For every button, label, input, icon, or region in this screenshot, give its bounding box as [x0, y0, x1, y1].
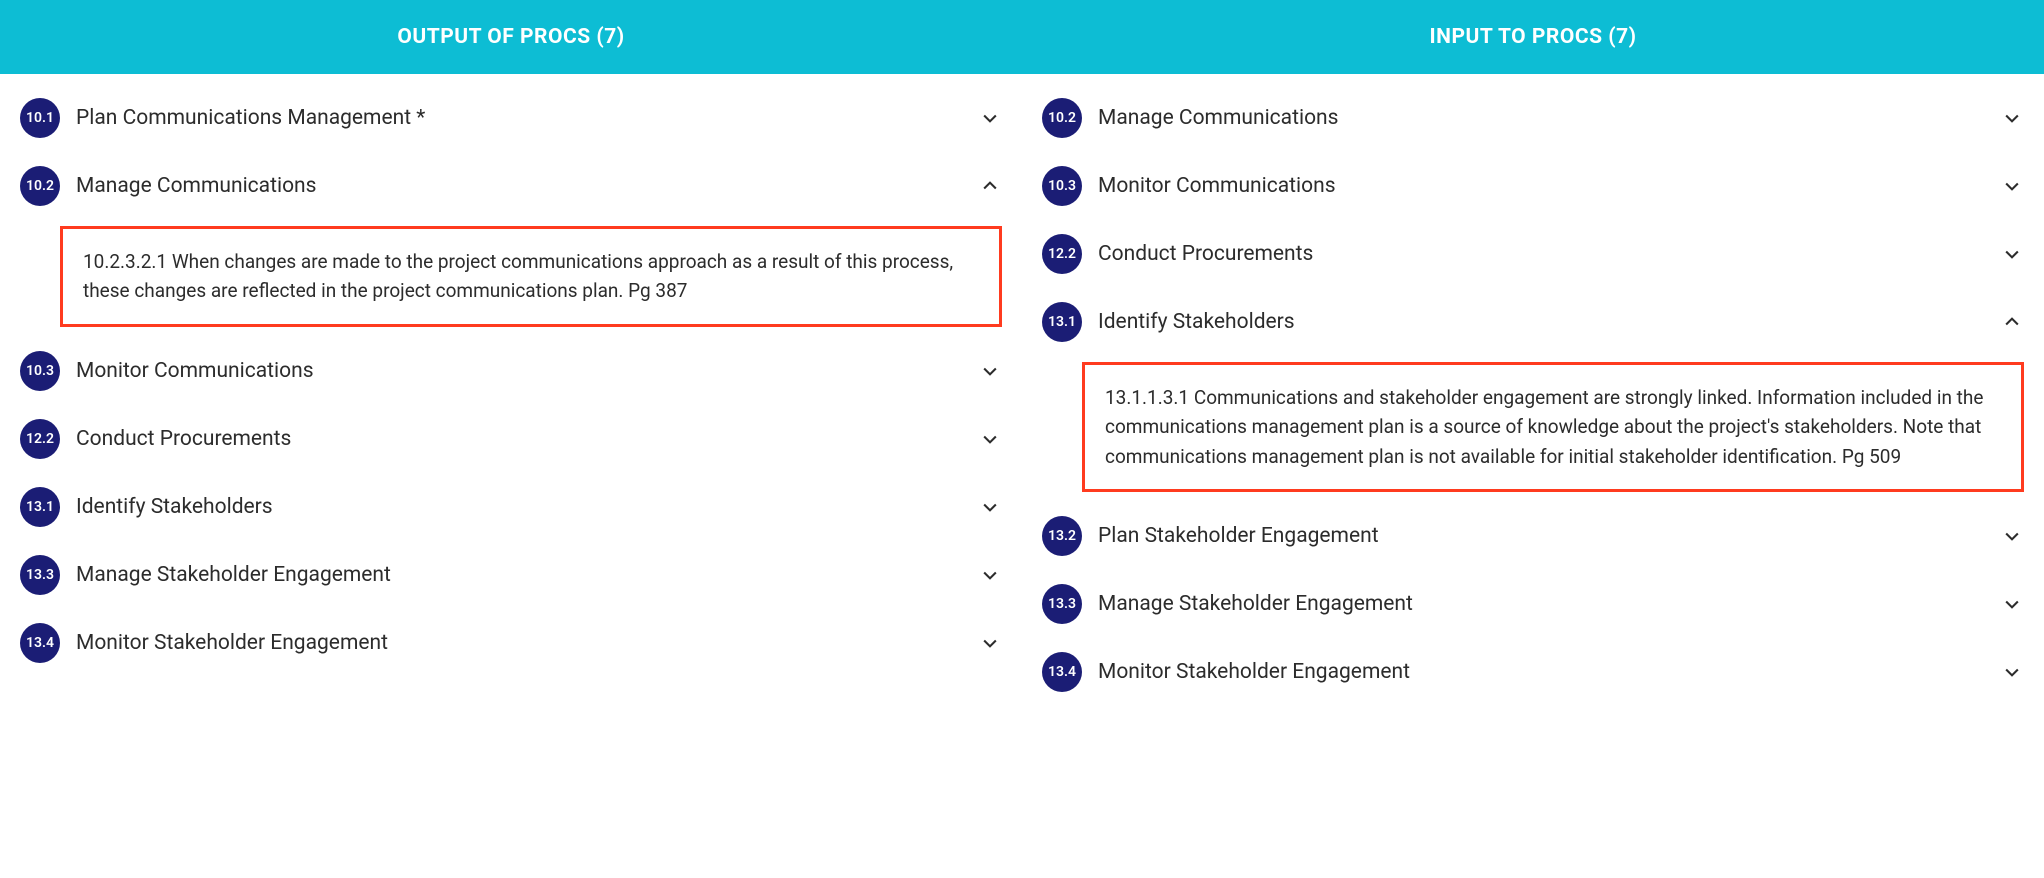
- process-badge: 13.1: [1042, 302, 1082, 342]
- detail-box: 10.2.3.2.1 When changes are made to the …: [60, 226, 1002, 327]
- process-badge: 10.1: [20, 98, 60, 138]
- accordion-item[interactable]: 13.1 Identify Stakeholders: [1042, 288, 2024, 356]
- accordion-item[interactable]: 13.1 Identify Stakeholders: [20, 473, 1002, 541]
- process-badge: 10.3: [20, 351, 60, 391]
- process-badge: 12.2: [20, 419, 60, 459]
- process-label: Manage Communications: [1098, 106, 2000, 130]
- chevron-down-icon: [2000, 524, 2024, 548]
- process-label: Plan Stakeholder Engagement: [1098, 524, 2000, 548]
- process-badge: 13.4: [20, 623, 60, 663]
- chevron-down-icon: [978, 427, 1002, 451]
- detail-box: 13.1.1.3.1 Communications and stakeholde…: [1082, 362, 2024, 492]
- chevron-up-icon: [978, 174, 1002, 198]
- process-badge: 13.3: [1042, 584, 1082, 624]
- process-badge: 10.2: [20, 166, 60, 206]
- process-label: Monitor Communications: [76, 359, 978, 383]
- process-badge: 10.3: [1042, 166, 1082, 206]
- process-label: Identify Stakeholders: [76, 495, 978, 519]
- output-column: 10.1 Plan Communications Management * 10.2…: [0, 74, 1022, 726]
- process-label: Conduct Procurements: [76, 427, 978, 451]
- process-label: Manage Stakeholder Engagement: [76, 563, 978, 587]
- process-label: Manage Stakeholder Engagement: [1098, 592, 2000, 616]
- process-label: Conduct Procurements: [1098, 242, 2000, 266]
- chevron-down-icon: [2000, 592, 2024, 616]
- columns-container: 10.1 Plan Communications Management * 10.2…: [0, 74, 2044, 726]
- accordion-item[interactable]: 10.2 Manage Communications: [1042, 84, 2024, 152]
- process-label: Monitor Stakeholder Engagement: [76, 631, 978, 655]
- chevron-down-icon: [2000, 660, 2024, 684]
- accordion-item[interactable]: 10.2 Manage Communications: [20, 152, 1002, 220]
- accordion-item[interactable]: 13.4 Monitor Stakeholder Engagement: [1042, 638, 2024, 706]
- chevron-down-icon: [2000, 242, 2024, 266]
- process-badge: 13.4: [1042, 652, 1082, 692]
- input-column: 10.2 Manage Communications 10.3 Monitor Com…: [1022, 74, 2044, 726]
- process-label: Identify Stakeholders: [1098, 310, 2000, 334]
- process-badge: 13.3: [20, 555, 60, 595]
- process-label: Manage Communications: [76, 174, 978, 198]
- accordion-item[interactable]: 10.3 Monitor Communications: [20, 337, 1002, 405]
- process-badge: 13.2: [1042, 516, 1082, 556]
- output-items-list: 10.1 Plan Communications Management * 10.2…: [0, 74, 1022, 697]
- process-label: Monitor Communications: [1098, 174, 2000, 198]
- chevron-down-icon: [2000, 174, 2024, 198]
- header-right: INPUT TO PROCS (7): [1022, 25, 2044, 49]
- accordion-item[interactable]: 13.2 Plan Stakeholder Engagement: [1042, 502, 2024, 570]
- chevron-down-icon: [2000, 106, 2024, 130]
- accordion-item[interactable]: 13.3 Manage Stakeholder Engagement: [1042, 570, 2024, 638]
- chevron-down-icon: [978, 495, 1002, 519]
- accordion-item[interactable]: 12.2 Conduct Procurements: [20, 405, 1002, 473]
- accordion-item[interactable]: 13.3 Manage Stakeholder Engagement: [20, 541, 1002, 609]
- input-items-list: 10.2 Manage Communications 10.3 Monitor Com…: [1022, 74, 2044, 726]
- accordion-item[interactable]: 10.3 Monitor Communications: [1042, 152, 2024, 220]
- chevron-up-icon: [2000, 310, 2024, 334]
- accordion-item[interactable]: 13.4 Monitor Stakeholder Engagement: [20, 609, 1002, 677]
- process-label: Plan Communications Management *: [76, 106, 978, 130]
- process-badge: 12.2: [1042, 234, 1082, 274]
- process-badge: 13.1: [20, 487, 60, 527]
- chevron-down-icon: [978, 359, 1002, 383]
- process-label: Monitor Stakeholder Engagement: [1098, 660, 2000, 684]
- header-left: OUTPUT OF PROCS (7): [0, 25, 1022, 49]
- header-row: OUTPUT OF PROCS (7) INPUT TO PROCS (7): [0, 0, 2044, 74]
- chevron-down-icon: [978, 106, 1002, 130]
- chevron-down-icon: [978, 563, 1002, 587]
- accordion-item[interactable]: 10.1 Plan Communications Management *: [20, 84, 1002, 152]
- process-badge: 10.2: [1042, 98, 1082, 138]
- accordion-item[interactable]: 12.2 Conduct Procurements: [1042, 220, 2024, 288]
- chevron-down-icon: [978, 631, 1002, 655]
